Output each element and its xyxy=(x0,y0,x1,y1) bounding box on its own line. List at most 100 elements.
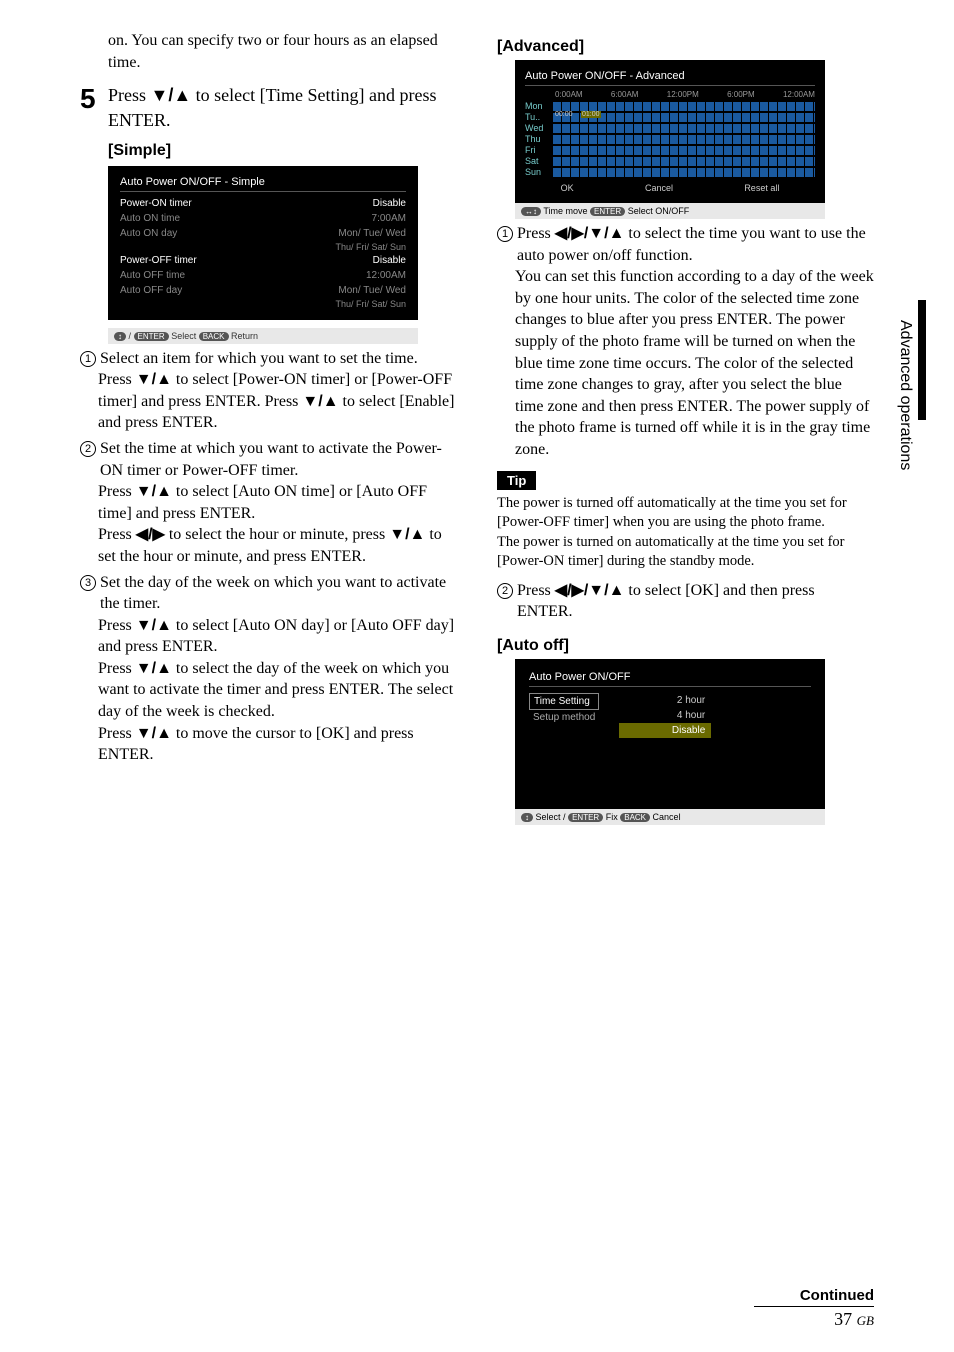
time-label: 01:00 xyxy=(581,111,601,118)
circled-3-icon: 3 xyxy=(80,575,96,591)
tick: 6:00AM xyxy=(611,90,639,99)
circled-1-icon: 1 xyxy=(497,226,513,242)
adv-substep-1: 1 Press ◀/▶/▼/▲ to select the time you w… xyxy=(497,223,874,266)
time-bar xyxy=(553,124,815,133)
enter-pill: ENTER xyxy=(590,207,625,216)
hint-bar: ↕ / ENTER Select BACK Return xyxy=(108,328,418,344)
day-label: Tu.. xyxy=(525,112,553,122)
cancel-button: Cancel xyxy=(645,183,673,193)
time-bar xyxy=(553,168,815,177)
grid-row: Thu xyxy=(525,134,815,144)
hint-bar: ↔↕ Time move ENTER Select ON/OFF xyxy=(515,203,825,219)
label: Cancel xyxy=(653,812,681,822)
step-instruction: Press ▼/▲ to select [Time Setting] and p… xyxy=(108,83,457,133)
circled-2-icon: 2 xyxy=(80,441,96,457)
time-bar xyxy=(553,135,815,144)
down-up-arrow-icon: ▼/▲ xyxy=(136,483,172,500)
row-auto-off-time: Auto OFF time12:00AM xyxy=(120,268,406,283)
intro-text: on. You can specify two or four hours as… xyxy=(108,30,457,73)
grid-row: Mon xyxy=(525,101,815,111)
value: Mon/ Tue/ Wed xyxy=(338,285,406,296)
text: Press xyxy=(98,660,136,677)
option-4hour: 4 hour xyxy=(619,708,711,723)
row-days: Thu/ Fri/ Sat/ Sun xyxy=(120,298,406,310)
label: Power-OFF timer xyxy=(120,255,197,266)
time-bar xyxy=(553,102,815,111)
substep-3-detail-b: Press ▼/▲ to select the day of the week … xyxy=(98,658,457,723)
row-days: Thu/ Fri/ Sat/ Sun xyxy=(120,241,406,253)
day-label: Sat xyxy=(525,156,553,166)
text: Press xyxy=(108,85,151,105)
grid-row: Sat xyxy=(525,156,815,166)
adv-substep-1-body: You can set this function according to a… xyxy=(515,266,874,460)
page-number: 37 xyxy=(834,1309,852,1329)
screenshot-title: Auto Power ON/OFF - Simple xyxy=(120,176,406,192)
label: Select ON/OFF xyxy=(628,206,690,216)
region-code: GB xyxy=(857,1313,874,1328)
value: 7:00AM xyxy=(372,213,406,224)
row-auto-on-day: Auto ON day Mon/ Tue/ Wed xyxy=(120,226,406,241)
circled-2-icon: 2 xyxy=(497,583,513,599)
side-tab-label: Advanced operations xyxy=(896,320,914,470)
day-label: Mon xyxy=(525,101,553,111)
row-auto-off-day: Auto OFF dayMon/ Tue/ Wed xyxy=(120,283,406,298)
text: to select the hour or minute, press xyxy=(165,526,389,543)
row-power-off-timer: Power-OFF timerDisable xyxy=(120,253,406,268)
text: Set the day of the week on which you wan… xyxy=(100,574,446,613)
arrows-icon: ↔↕ xyxy=(521,207,541,216)
all-arrows-icon: ◀/▶/▼/▲ xyxy=(555,582,625,599)
time-label: 00:00 xyxy=(555,111,573,118)
enter-pill: ENTER xyxy=(568,813,603,822)
tick: 12:00PM xyxy=(667,90,699,99)
day-label: Fri xyxy=(525,145,553,155)
hint-bar: ↕ Select / ENTER Fix BACK Cancel xyxy=(515,809,825,825)
value: Disable xyxy=(373,198,406,209)
ok-button: OK xyxy=(561,183,574,193)
back-pill: BACK xyxy=(620,813,650,822)
substep-3-detail-c: Press ▼/▲ to move the cursor to [OK] and… xyxy=(98,723,457,766)
label: Power-ON timer xyxy=(120,198,192,209)
substep-3-detail-a: Press ▼/▲ to select [Auto ON day] or [Au… xyxy=(98,615,457,658)
page-footer: 37 GB xyxy=(754,1306,874,1330)
down-up-arrow-icon: ▼/▲ xyxy=(136,660,172,677)
back-pill: BACK xyxy=(199,332,229,341)
label: Auto ON time xyxy=(120,213,180,224)
down-up-arrow-icon: ▼/▲ xyxy=(389,526,425,543)
time-bar xyxy=(553,146,815,155)
advanced-screenshot: Auto Power ON/OFF - Advanced 0:00AM 6:00… xyxy=(515,60,825,203)
text: Select an item for which you want to set… xyxy=(100,350,418,367)
option-disable: Disable xyxy=(619,723,711,738)
label: Auto ON day xyxy=(120,228,177,239)
tick: 0:00AM xyxy=(555,90,583,99)
menu-setup-method: Setup method xyxy=(529,710,599,725)
text: Press xyxy=(98,371,136,388)
slash: / xyxy=(129,331,132,341)
text: Set the time at which you want to activa… xyxy=(100,440,442,479)
continued-label: Continued xyxy=(800,1287,874,1304)
return-label: Return xyxy=(231,331,258,341)
simple-heading: [Simple] xyxy=(108,142,457,160)
left-right-arrow-icon: ◀/▶ xyxy=(136,526,165,543)
grid-row: Fri xyxy=(525,145,815,155)
tick: 6:00PM xyxy=(727,90,755,99)
substep-2-detail-b: Press ◀/▶ to select the hour or minute, … xyxy=(98,524,457,567)
tip-text: The power is turned off automatically at… xyxy=(497,494,874,572)
substep-2-detail-a: Press ▼/▲ to select [Auto ON time] or [A… xyxy=(98,481,457,524)
tick: 12:00AM xyxy=(783,90,815,99)
advanced-heading: [Advanced] xyxy=(497,38,874,56)
substep-1-detail: Press ▼/▲ to select [Power-ON timer] or … xyxy=(98,369,457,434)
text: Press xyxy=(517,582,555,599)
screenshot-title: Auto Power ON/OFF xyxy=(529,671,811,687)
value: Mon/ Tue/ Wed xyxy=(338,228,406,239)
substep-3: 3 Set the day of the week on which you w… xyxy=(80,572,457,615)
grid-row: Tu.. 00:00 01:00 xyxy=(525,112,815,122)
day-label: Wed xyxy=(525,123,553,133)
autooff-screenshot: Auto Power ON/OFF Time Setting Setup met… xyxy=(515,659,825,809)
text: Press xyxy=(98,483,136,500)
enter-pill: ENTER xyxy=(134,332,169,341)
label: Fix xyxy=(606,812,618,822)
button-row: OK Cancel Reset all xyxy=(525,183,815,193)
tip-badge: Tip xyxy=(497,471,536,490)
value: 12:00AM xyxy=(366,270,406,281)
simple-screenshot: Auto Power ON/OFF - Simple Power-ON time… xyxy=(108,166,418,320)
